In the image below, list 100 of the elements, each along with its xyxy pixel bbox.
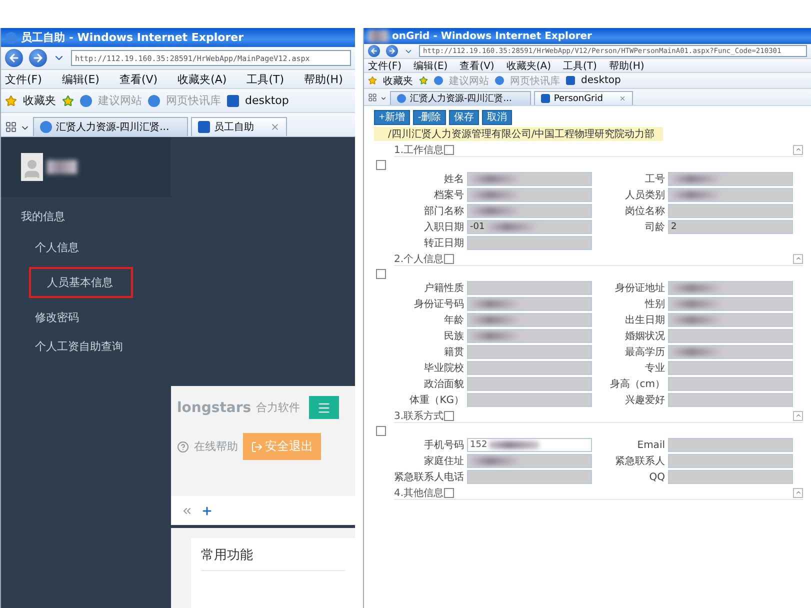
menu-item[interactable]: 工具(T) bbox=[563, 59, 597, 72]
logo-text: longstars bbox=[177, 400, 252, 416]
forward-button[interactable] bbox=[386, 45, 398, 57]
favorites-button[interactable]: 收藏夹 bbox=[23, 93, 56, 108]
menu-item[interactable]: 编辑(E) bbox=[62, 72, 100, 86]
input-field[interactable] bbox=[668, 204, 793, 218]
help-icon bbox=[177, 440, 189, 452]
input-field[interactable]: -01 bbox=[467, 220, 592, 234]
sidebar-item[interactable]: 个人工资自助查询 bbox=[33, 337, 125, 356]
toolbar-button[interactable]: 保存 bbox=[449, 110, 480, 125]
chevron-up-icon bbox=[794, 255, 802, 262]
field-label: 姓名 bbox=[443, 173, 464, 186]
redacted-block bbox=[671, 316, 721, 324]
browser-tab[interactable]: PersonGrid bbox=[534, 91, 633, 105]
input-field[interactable] bbox=[467, 377, 592, 391]
page-icon bbox=[148, 94, 160, 106]
input-field[interactable] bbox=[467, 329, 592, 343]
input-field[interactable] bbox=[467, 281, 592, 295]
field-label: 政治面貌 bbox=[423, 378, 464, 391]
field-label: 体重（KG） bbox=[408, 394, 464, 407]
add-favorite-icon[interactable] bbox=[62, 94, 74, 106]
input-field[interactable] bbox=[467, 297, 592, 311]
arrow-right-icon bbox=[32, 52, 44, 64]
input-field[interactable] bbox=[467, 454, 592, 468]
page-icon bbox=[227, 94, 239, 106]
favorite-link[interactable]: desktop bbox=[245, 94, 289, 107]
menu-item[interactable]: 文件(F) bbox=[368, 59, 402, 72]
input-field[interactable] bbox=[668, 393, 793, 407]
menu-item[interactable]: 编辑(E) bbox=[414, 59, 448, 72]
dropdown-icon[interactable] bbox=[380, 95, 387, 102]
menu-item[interactable]: 帮助(H) bbox=[304, 72, 343, 86]
redacted-block bbox=[470, 457, 520, 465]
menu-item[interactable]: 收藏夹(A) bbox=[178, 72, 227, 86]
quick-tabs-icon[interactable] bbox=[5, 121, 17, 133]
toolbar-button[interactable]: 取消 bbox=[482, 110, 512, 125]
field-label: 手机号码 bbox=[423, 438, 464, 452]
toolbar-button[interactable]: -删除 bbox=[412, 110, 446, 125]
menu-item[interactable]: 工具(T) bbox=[246, 72, 284, 86]
collapse-button[interactable] bbox=[793, 410, 803, 420]
forward-button[interactable] bbox=[29, 49, 47, 67]
sidebar-item[interactable]: 人员基本信息 bbox=[29, 267, 133, 298]
back-button[interactable] bbox=[368, 45, 380, 57]
input-field[interactable] bbox=[668, 297, 793, 311]
redacted-block bbox=[470, 175, 520, 183]
favorites-button[interactable]: 收藏夹 bbox=[383, 74, 413, 88]
section-title: 4.其他信息 bbox=[394, 486, 444, 500]
input-field[interactable] bbox=[668, 470, 793, 484]
input-field[interactable] bbox=[668, 377, 793, 391]
input-field[interactable] bbox=[668, 438, 793, 452]
input-field[interactable] bbox=[668, 454, 793, 468]
browser-tab[interactable]: 汇贤人力资源-四川汇贤... bbox=[33, 117, 188, 136]
close-icon[interactable] bbox=[618, 95, 626, 102]
field-label: Email bbox=[636, 440, 665, 450]
input-field[interactable] bbox=[467, 204, 592, 218]
close-icon[interactable] bbox=[270, 122, 280, 132]
quick-tabs-icon[interactable] bbox=[368, 93, 377, 102]
input-field[interactable] bbox=[467, 361, 592, 375]
input-field[interactable]: 152 bbox=[467, 438, 592, 452]
browser-tab[interactable]: 员工自助 bbox=[191, 117, 288, 136]
input-field[interactable] bbox=[467, 470, 592, 484]
input-field[interactable] bbox=[467, 188, 592, 202]
page-icon bbox=[40, 121, 52, 133]
input-field[interactable] bbox=[668, 313, 793, 327]
favorite-link[interactable]: desktop bbox=[581, 75, 621, 86]
input-field[interactable] bbox=[668, 361, 793, 375]
input-field[interactable] bbox=[668, 329, 793, 343]
collapse-button[interactable] bbox=[793, 488, 803, 498]
back-button[interactable] bbox=[5, 49, 23, 67]
input-field[interactable] bbox=[467, 236, 592, 250]
menu-item[interactable]: 文件(F) bbox=[5, 72, 42, 86]
menu-item[interactable]: 帮助(H) bbox=[608, 59, 644, 72]
chevron-up-icon bbox=[794, 412, 802, 419]
input-field[interactable] bbox=[467, 313, 592, 327]
sidebar-item[interactable]: 个人信息 bbox=[33, 238, 81, 257]
add-favorite-icon[interactable] bbox=[419, 76, 428, 85]
input-field[interactable] bbox=[467, 345, 592, 359]
collapse-button[interactable] bbox=[793, 254, 803, 264]
menu-item[interactable]: 查看(V) bbox=[119, 72, 158, 86]
checkbox-square-icon bbox=[444, 410, 454, 420]
input-field[interactable] bbox=[668, 172, 793, 186]
star-icon bbox=[5, 94, 17, 106]
menu-item[interactable]: 收藏夹(A) bbox=[506, 59, 551, 72]
sidebar-item[interactable]: 修改密码 bbox=[33, 308, 81, 327]
menu-item[interactable]: 查看(V) bbox=[460, 59, 494, 72]
logout-icon bbox=[251, 440, 263, 452]
input-field[interactable]: 2 bbox=[668, 220, 793, 234]
input-field[interactable] bbox=[668, 281, 793, 295]
redacted-block bbox=[671, 348, 721, 356]
input-field[interactable] bbox=[668, 345, 793, 359]
input-field[interactable] bbox=[467, 172, 592, 186]
collapse-button[interactable] bbox=[793, 144, 803, 154]
toolbar-button[interactable]: +新增 bbox=[374, 110, 410, 125]
checkbox-square-icon bbox=[444, 488, 454, 498]
menu-button[interactable] bbox=[309, 396, 340, 419]
arrow-left-icon bbox=[370, 47, 378, 55]
input-field[interactable] bbox=[668, 188, 793, 202]
browser-tab[interactable]: 汇贤人力资源-四川汇贤... bbox=[390, 91, 531, 105]
input-field[interactable] bbox=[467, 393, 592, 407]
add-tab-icon[interactable] bbox=[201, 504, 213, 516]
page-icon bbox=[540, 94, 550, 103]
